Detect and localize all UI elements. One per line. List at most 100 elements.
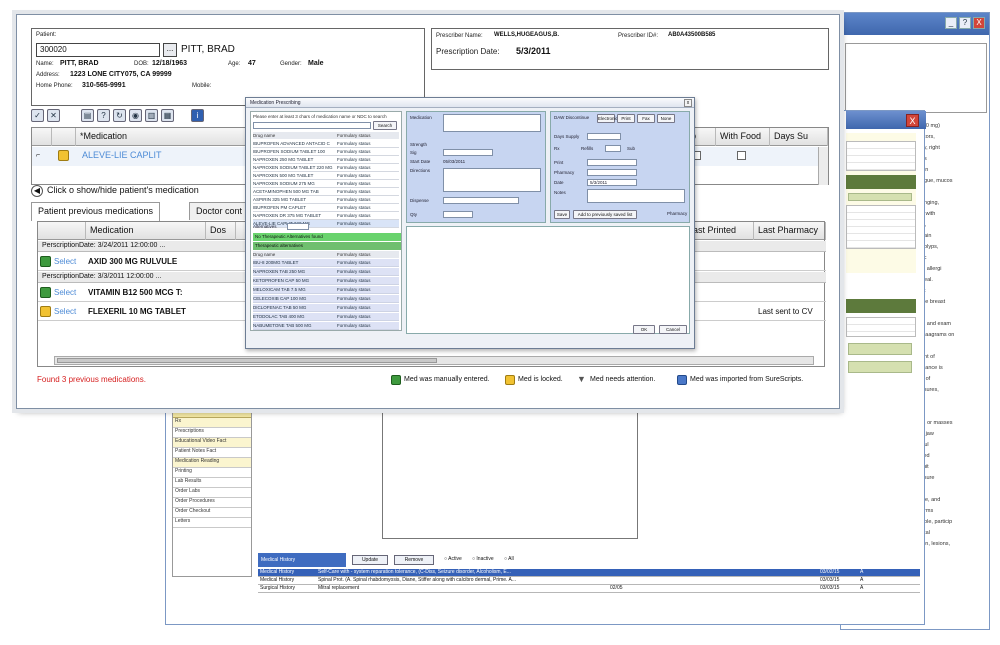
calc-icon[interactable]: ▦	[161, 109, 174, 122]
dialog-notes-area[interactable]: OK Cancel	[406, 226, 690, 334]
search-button[interactable]: Search	[373, 121, 397, 130]
alternative-row[interactable]: MELOXICAM TAB 7.5 MG Formulary status	[253, 286, 399, 294]
tab-doctor-controlled[interactable]: Doctor cont	[189, 202, 250, 220]
medication-field[interactable]	[443, 114, 541, 132]
drug-row[interactable]: NAPROXEN SODIUM TABLET 220 MG Formulary s…	[253, 164, 399, 172]
drug-row[interactable]: ACETAMINOPHEN 500 MG TAB Formulary status	[253, 188, 399, 196]
drug-row[interactable]: NAPROXEN DR 375 MG TABLET Formulary statu…	[253, 212, 399, 220]
alternative-row[interactable]: DICLOFENAC TAB 50 MG Formulary status	[253, 304, 399, 312]
sidebar-item[interactable]: Letters	[173, 518, 251, 528]
drug-row[interactable]: NAPROXEN SODIUM 275 MG Formulary status	[253, 180, 399, 188]
drug-row[interactable]: NAPROXEN 250 MG TABLET Formulary status	[253, 156, 399, 164]
print-option[interactable]: Print	[617, 114, 635, 123]
pharmacy-link[interactable]: Pharmacy	[667, 211, 687, 216]
sidebar-item[interactable]: Educational Video Fact	[173, 438, 251, 448]
with-food-checkbox[interactable]	[737, 151, 746, 160]
exam-note-line: ity, right	[921, 145, 940, 151]
col-dose[interactable]: Dos	[206, 222, 236, 240]
drug-row[interactable]: ASPIRIN 325 MG TABLET Formulary status	[253, 196, 399, 204]
select-link[interactable]: Select	[54, 303, 76, 320]
radio-active[interactable]: ○ Active	[444, 556, 462, 562]
close-icon[interactable]: x	[684, 99, 692, 107]
check-icon[interactable]: ✓	[31, 109, 44, 122]
patient-id-input[interactable]: 300020	[36, 43, 160, 57]
drug-row[interactable]: IBUPROFEN SODIUM TABLET 100 Formulary sta…	[253, 148, 399, 156]
alternative-row[interactable]: KETOPROFEN CAP 50 MG Formulary status	[253, 277, 399, 285]
history-row[interactable]: Surgical History Mitral replacement 02/05 0…	[258, 585, 920, 593]
history-row[interactable]: Medical History Spinal Prot. (A. Spinal r…	[258, 577, 920, 585]
patient-lookup-button[interactable]: ...	[163, 43, 177, 57]
alternative-row[interactable]: NABUMETONE TAB 500 MG Formulary status	[253, 322, 399, 330]
electronic-option[interactable]: Electronic	[597, 114, 618, 123]
sidebar-item[interactable]: Medication Reading	[173, 458, 251, 468]
sidebar-item[interactable]: Prescriptions	[173, 428, 251, 438]
print-select[interactable]	[587, 159, 637, 166]
horizontal-scrollbar[interactable]	[54, 356, 814, 365]
col-days-supply[interactable]: Days Su	[770, 128, 828, 146]
directions-field[interactable]	[443, 168, 541, 192]
add-to-list-button[interactable]: Add to previously saved list	[573, 210, 637, 219]
ok-button[interactable]: OK	[633, 325, 655, 334]
current-medication-name[interactable]: ALEVE-LIE CAPLIT	[82, 150, 162, 160]
qty-field[interactable]	[443, 211, 473, 218]
drug-row[interactable]: IBUPROFEN PM CAPLET Formulary status	[253, 204, 399, 212]
sidebar-item[interactable]: Order Checkout	[173, 508, 251, 518]
alternative-row[interactable]: IBU-8 200MG TABLET Formulary status	[253, 259, 399, 267]
alternative-row[interactable]: NAPROXEN TAB 250 MG Formulary status	[253, 268, 399, 276]
close-icon[interactable]: X	[973, 17, 985, 29]
drug-row[interactable]: IBUPROFEN ADVANCED ANTACID C Formulary st…	[253, 140, 399, 148]
sidebar-item[interactable]: Order Labs	[173, 488, 251, 498]
row-expand-icon[interactable]: ⌐	[36, 152, 40, 159]
section-field[interactable]	[848, 361, 912, 373]
drug-search-input[interactable]	[253, 122, 371, 129]
sidebar-item[interactable]: Printing	[173, 468, 251, 478]
section-field[interactable]	[848, 343, 912, 355]
sidebar-item[interactable]: Lab Results	[173, 478, 251, 488]
update-button[interactable]: Update	[352, 555, 388, 565]
sidebar-item[interactable]: Rx	[173, 418, 251, 428]
refresh-icon[interactable]: ↻	[113, 109, 126, 122]
sidebar-item[interactable]: Patient Notes Fact	[173, 448, 251, 458]
remove-button[interactable]: Remove	[394, 555, 434, 565]
scrollbar-thumb[interactable]	[57, 358, 437, 363]
alternative-row[interactable]: ETODOLAC TAB 400 MG Formulary status	[253, 313, 399, 321]
refills-field[interactable]	[605, 145, 621, 152]
notes-panel[interactable]	[382, 411, 638, 539]
chart-icon[interactable]: ▥	[145, 109, 158, 122]
print-icon[interactable]: ▤	[81, 109, 94, 122]
save-button[interactable]: Save	[554, 210, 570, 219]
cancel-button[interactable]: Cancel	[659, 325, 687, 334]
camera-icon[interactable]: ◉	[129, 109, 142, 122]
radio-inactive[interactable]: ○ Inactive	[472, 556, 494, 562]
drug-row[interactable]: NAPROXEN 500 MG TABLET Formulary status	[253, 172, 399, 180]
pharmacy-select[interactable]	[587, 169, 637, 176]
col-last-pharmacy[interactable]: Last Pharmacy	[754, 222, 826, 240]
cancel-icon[interactable]: ✕	[47, 109, 60, 122]
date-select[interactable]: 5/3/2011	[587, 179, 637, 186]
alternative-row[interactable]: CELECOXIB CAP 100 MG Formulary status	[253, 295, 399, 303]
tab-previous-medications[interactable]: Patient previous medications	[31, 202, 161, 221]
section-field[interactable]	[848, 193, 912, 201]
help-icon[interactable]: ?	[959, 17, 971, 29]
none-option[interactable]: None	[657, 114, 675, 123]
toggle-icon[interactable]: ◀	[31, 185, 43, 197]
toggle-previous-meds-text[interactable]: Click o show/hide patient's medication	[47, 185, 199, 195]
col-with-food[interactable]: With Food	[716, 128, 770, 146]
grid-vscroll[interactable]	[818, 147, 828, 185]
select-link[interactable]: Select	[54, 284, 76, 301]
days-supply-field[interactable]	[587, 133, 621, 140]
sig-select[interactable]	[443, 149, 493, 156]
notes-field[interactable]	[587, 189, 685, 203]
history-row[interactable]: Medical History Self-Care with - system r…	[258, 569, 920, 577]
select-link[interactable]: Select	[54, 253, 76, 270]
question-icon[interactable]: ?	[97, 109, 110, 122]
radio-all[interactable]: ○ All	[504, 556, 514, 562]
alternatives-select[interactable]	[287, 223, 309, 230]
col-medication[interactable]: Medication	[86, 222, 206, 240]
fax-option[interactable]: Fax	[637, 114, 655, 123]
info-icon[interactable]: i	[191, 109, 204, 122]
minimize-icon[interactable]: _	[945, 17, 957, 29]
dispense-select[interactable]	[443, 197, 519, 204]
sidebar-item[interactable]: Order Procedures	[173, 498, 251, 508]
close-icon[interactable]: X	[906, 114, 919, 127]
